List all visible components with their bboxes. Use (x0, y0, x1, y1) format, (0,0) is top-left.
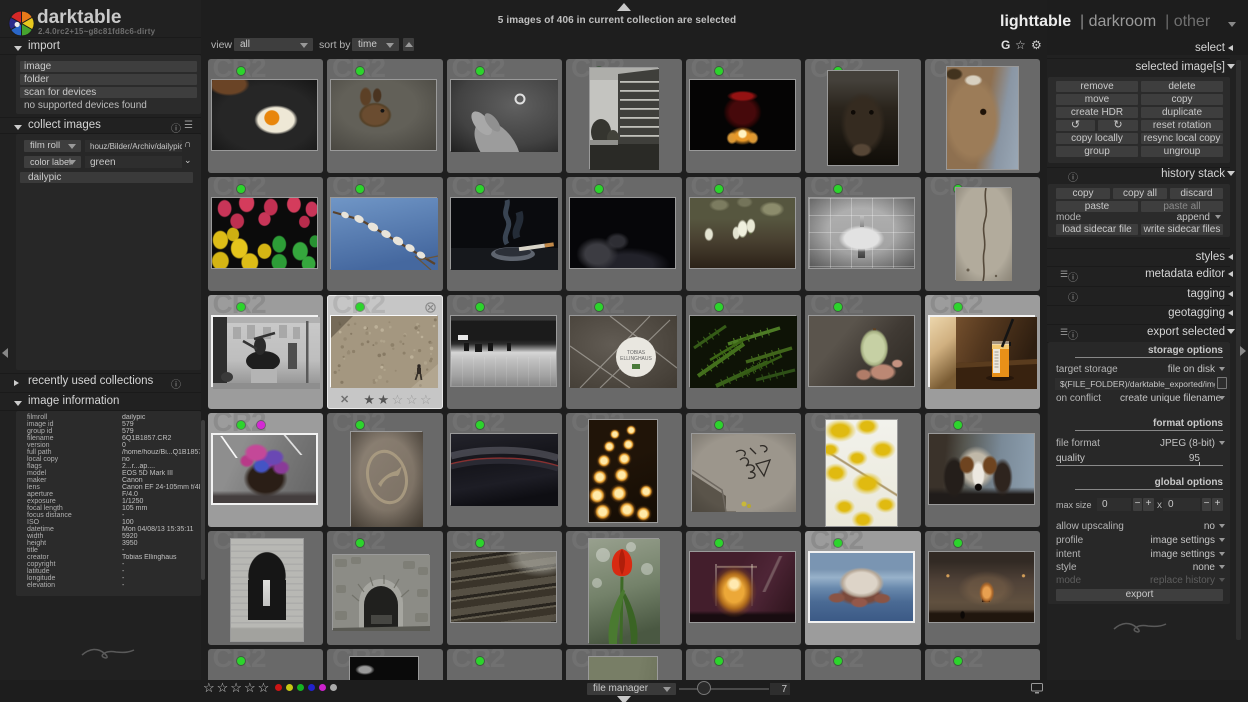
svg-text:ELLINGHAUS: ELLINGHAUS (620, 356, 652, 362)
